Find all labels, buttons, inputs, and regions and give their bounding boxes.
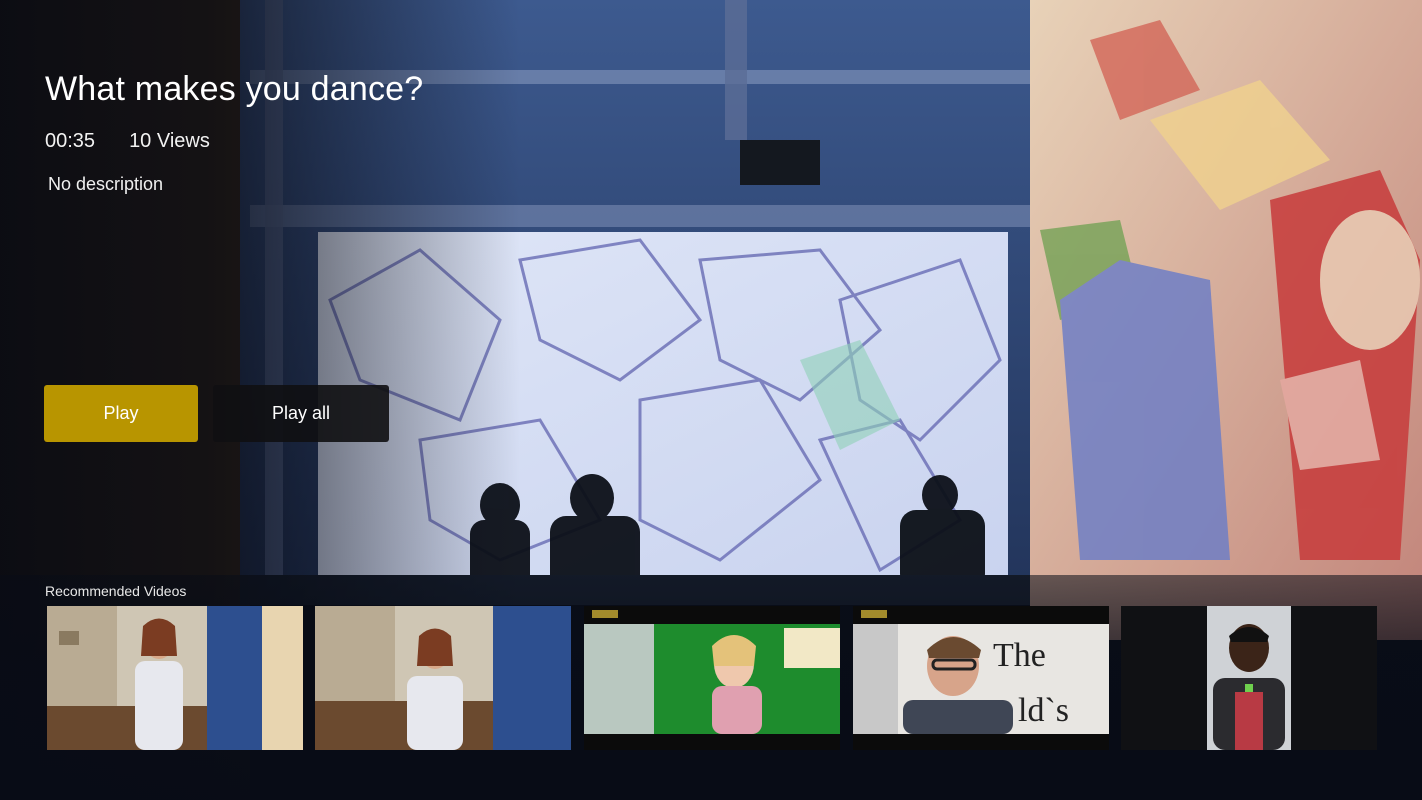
svg-text:ld`s: ld`s	[1018, 692, 1069, 729]
video-thumbnail: The ld`s	[853, 606, 1109, 750]
video-thumbnail	[315, 606, 571, 750]
video-thumbnail	[1121, 606, 1377, 750]
recommended-video-4[interactable]: The ld`s	[853, 606, 1109, 750]
video-duration: 00:35	[45, 130, 96, 152]
recommended-video-1[interactable]	[47, 606, 303, 750]
video-views: 10 Views	[129, 130, 210, 152]
recommended-video-5[interactable]	[1121, 606, 1377, 750]
video-thumbnail	[47, 606, 303, 750]
play-button[interactable]: Play	[44, 385, 198, 442]
play-all-button[interactable]: Play all	[213, 385, 389, 442]
svg-text:The: The	[993, 637, 1046, 674]
recommended-video-2[interactable]	[315, 606, 571, 750]
video-meta: 00:35 10 Views	[45, 130, 210, 153]
recommended-video-3[interactable]	[584, 606, 840, 750]
recommended-heading: Recommended Videos	[45, 583, 187, 599]
video-title: What makes you dance?	[45, 70, 424, 108]
video-thumbnail	[584, 606, 840, 750]
video-description: No description	[48, 174, 164, 194]
